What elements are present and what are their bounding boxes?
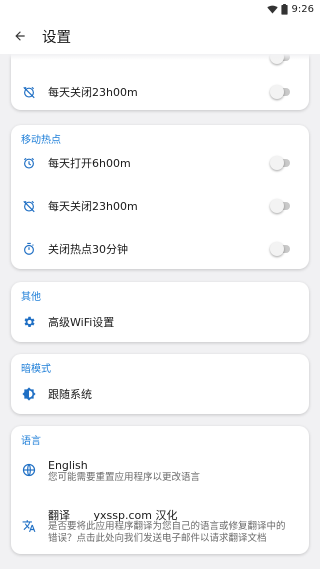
app-bar-shadow [0,54,320,60]
toggle-open-daily[interactable] [270,156,292,170]
hotspot-card: 移动热点 每天打开6h00m 每天关闭23h00m 关闭热点30分钟 [11,125,309,269]
timer-icon [21,241,37,257]
setting-row-advanced-wifi[interactable]: 高级WiFi设置 [11,308,309,336]
globe-icon [21,462,37,478]
setting-label: 每天关闭23h00m [48,200,138,213]
setting-row-close-daily[interactable]: 每天关闭23h00m [11,78,309,106]
brightness-auto-icon [21,386,37,402]
setting-row-open-daily[interactable]: 每天打开6h00m [11,149,309,177]
wifi-icon [266,5,278,14]
setting-label: 高级WiFi设置 [48,316,115,329]
app-bar: 设置 [0,18,320,54]
setting-row-follow-system[interactable]: 跟随系统 [11,380,309,408]
setting-label: 关闭热点30分钟 [48,243,128,256]
gear-icon [21,314,37,330]
arrow-left-icon [15,31,25,41]
status-time: 9:26 [291,3,314,15]
translate-icon [21,518,37,534]
setting-label: 每天关闭23h00m [48,86,138,99]
dark-mode-card: 暗模式 跟随系统 [11,354,309,414]
page-title: 设置 [42,29,71,46]
setting-row-translate[interactable]: 翻译 yxssp.com 汉化 是否要将此应用程序翻译为您自己的语言或修复翻译中… [11,504,309,548]
status-bar: 9:26 [0,0,320,18]
setting-row-close-hotspot[interactable]: 关闭热点30分钟 [11,235,309,263]
section-header: 语言 [21,436,41,447]
settings-list[interactable]: 每天关闭23h00m 移动热点 每天打开6h00m 每天关闭23h00m 关闭热… [0,54,320,569]
toggle-close-daily[interactable] [270,85,292,99]
setting-sublabel: 您可能需要重置应用程序以更改语言 [48,472,201,483]
setting-row-close-daily[interactable]: 每天关闭23h00m [11,192,309,220]
other-card: 其他 高级WiFi设置 [11,282,309,342]
section-header: 移动热点 [21,135,61,146]
alarm-icon [21,155,37,171]
toggle-close-hotspot[interactable] [270,242,292,256]
alarm-off-icon [21,84,37,100]
setting-label: 跟随系统 [48,388,92,401]
setting-label: 每天打开6h00m [48,157,131,170]
toggle-close-daily[interactable] [270,199,292,213]
section-header: 暗模式 [21,364,51,375]
back-button[interactable] [8,24,32,48]
schedule-card: 每天关闭23h00m [11,54,309,110]
section-header: 其他 [21,292,41,303]
setting-label: English [48,459,88,472]
alarm-off-icon [21,198,37,214]
setting-sublabel: 是否要将此应用程序翻译为您自己的语言或修复翻译中的错误？点击此处向我们发送电子邮… [48,521,286,544]
battery-icon [280,3,288,15]
setting-row-english[interactable]: English 您可能需要重置应用程序以更改语言 [11,450,309,490]
language-card: 语言 English 您可能需要重置应用程序以更改语言 翻译 yxssp.com… [11,426,309,554]
